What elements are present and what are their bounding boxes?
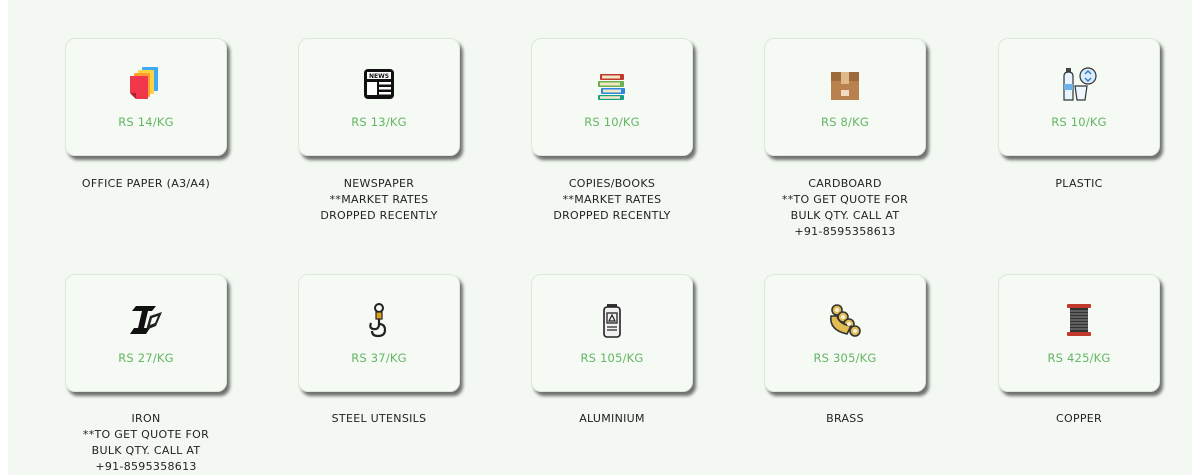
card-cardboard[interactable]: RS 8/KG (764, 38, 926, 156)
paper-stack-icon (126, 64, 166, 104)
price-office-paper: RS 14/KG (118, 115, 174, 129)
label-brass: BRASS (826, 412, 864, 425)
label-steel-utensils: STEEL UTENSILS (331, 412, 427, 425)
label-plastic: PLASTIC (1055, 177, 1103, 190)
price-copies-books: RS 10/KG (584, 115, 640, 129)
card-newspaper[interactable]: NEWS RS 13/KG (298, 38, 460, 156)
scrap-rates-panel: RS 14/KG NEWS RS 13/KG RS 10/KG RS 8/KG … (8, 0, 1192, 475)
label-newspaper: NEWSPAPER **MARKET RATES DROPPED RECENTL… (320, 177, 438, 222)
price-steel-utensils: RS 37/KG (351, 351, 407, 365)
copper-wire-spool-icon (1059, 300, 1099, 340)
card-office-paper[interactable]: RS 14/KG (65, 38, 227, 156)
label-aluminium: ALUMINIUM (579, 412, 645, 425)
card-copper[interactable]: RS 425/KG (998, 274, 1160, 392)
price-newspaper: RS 13/KG (351, 115, 407, 129)
price-brass: RS 305/KG (813, 351, 877, 365)
label-copies-books: COPIES/BOOKS **MARKET RATES DROPPED RECE… (553, 177, 671, 222)
card-brass[interactable]: RS 305/KG (764, 274, 926, 392)
price-cardboard: RS 8/KG (821, 115, 869, 129)
svg-text:NEWS: NEWS (369, 73, 389, 80)
label-cardboard: CARDBOARD **TO GET QUOTE FOR BULK QTY. C… (781, 177, 909, 238)
price-plastic: RS 10/KG (1051, 115, 1107, 129)
label-copper: COPPER (1056, 412, 1102, 425)
card-iron[interactable]: RS 27/KG (65, 274, 227, 392)
card-steel-utensils[interactable]: RS 37/KG (298, 274, 460, 392)
card-aluminium[interactable]: RS 105/KG (531, 274, 693, 392)
iron-beam-icon (126, 300, 166, 340)
price-aluminium: RS 105/KG (580, 351, 644, 365)
price-iron: RS 27/KG (118, 351, 174, 365)
books-icon (592, 64, 632, 104)
aluminium-can-icon (592, 300, 632, 340)
newspaper-icon: NEWS (359, 64, 399, 104)
steel-hook-icon (359, 300, 399, 340)
label-office-paper: OFFICE PAPER (A3/A4) (81, 177, 211, 190)
price-copper: RS 425/KG (1047, 351, 1111, 365)
label-iron: IRON **TO GET QUOTE FOR BULK QTY. CALL A… (82, 412, 210, 473)
plastic-bottle-icon (1059, 64, 1099, 104)
card-copies-books[interactable]: RS 10/KG (531, 38, 693, 156)
brass-knuckles-icon (825, 300, 865, 340)
cardboard-box-icon (825, 64, 865, 104)
card-plastic[interactable]: RS 10/KG (998, 38, 1160, 156)
